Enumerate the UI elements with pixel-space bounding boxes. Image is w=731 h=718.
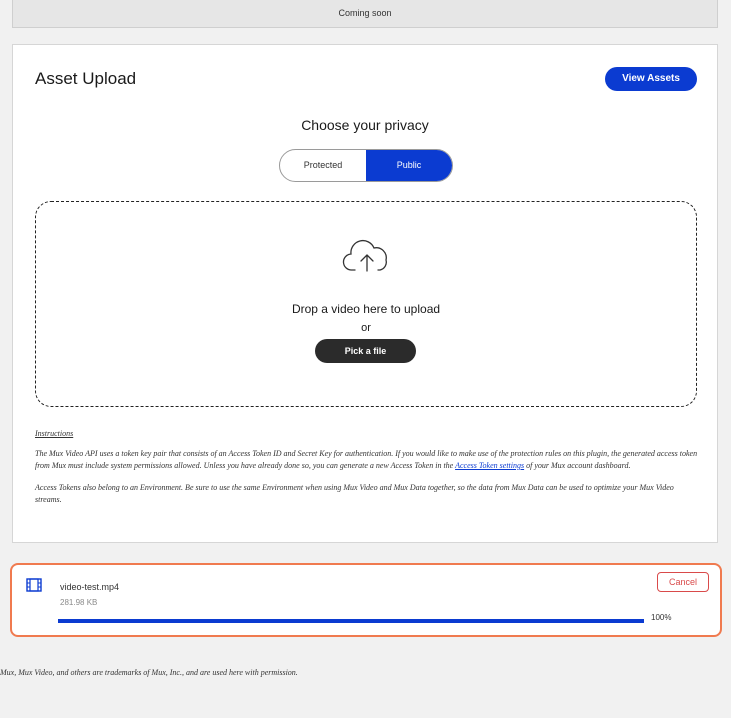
instructions-heading: Instructions	[35, 429, 74, 438]
film-icon	[26, 578, 42, 592]
instructions-paragraph-2: Access Tokens also belong to an Environm…	[35, 483, 674, 504]
view-assets-button[interactable]: View Assets	[605, 67, 697, 91]
instructions: Instructions The Mux Video API uses a to…	[35, 428, 699, 516]
drop-instruction: Drop a video here to upload	[291, 302, 441, 316]
pick-file-button[interactable]: Pick a file	[315, 339, 416, 363]
instructions-paragraph-1: The Mux Video API uses a token key pair …	[35, 448, 699, 472]
cancel-upload-button[interactable]: Cancel	[657, 572, 709, 592]
video-dropzone[interactable]: Drop a video here to upload or Pick a fi…	[35, 201, 697, 407]
or-separator: or	[361, 322, 371, 334]
file-name: video-test.mp4	[60, 582, 120, 592]
privacy-heading: Choose your privacy	[301, 117, 429, 133]
page-title: Asset Upload	[35, 69, 137, 88]
trademark-footer: Mux, Mux Video, and others are trademark…	[0, 668, 298, 677]
privacy-option-public[interactable]: Public	[366, 150, 452, 181]
upload-progress-fill	[58, 619, 644, 623]
privacy-option-protected[interactable]: Protected	[280, 150, 366, 181]
file-size: 281.98 KB	[60, 598, 98, 607]
access-token-settings-link[interactable]: Access Token settings	[455, 461, 524, 470]
coming-soon-banner: Coming soon	[12, 0, 718, 28]
instructions-text: of your Mux account dashboard.	[524, 461, 631, 470]
asset-upload-card: Asset Upload View Assets Choose your pri…	[12, 44, 718, 543]
upload-progress-bar	[58, 619, 644, 623]
privacy-toggle: Protected Public	[279, 149, 453, 182]
cloud-upload-icon	[342, 239, 387, 272]
upload-progress-card: video-test.mp4 281.98 KB Cancel 100%	[10, 563, 722, 637]
upload-progress-label: 100%	[651, 613, 672, 622]
